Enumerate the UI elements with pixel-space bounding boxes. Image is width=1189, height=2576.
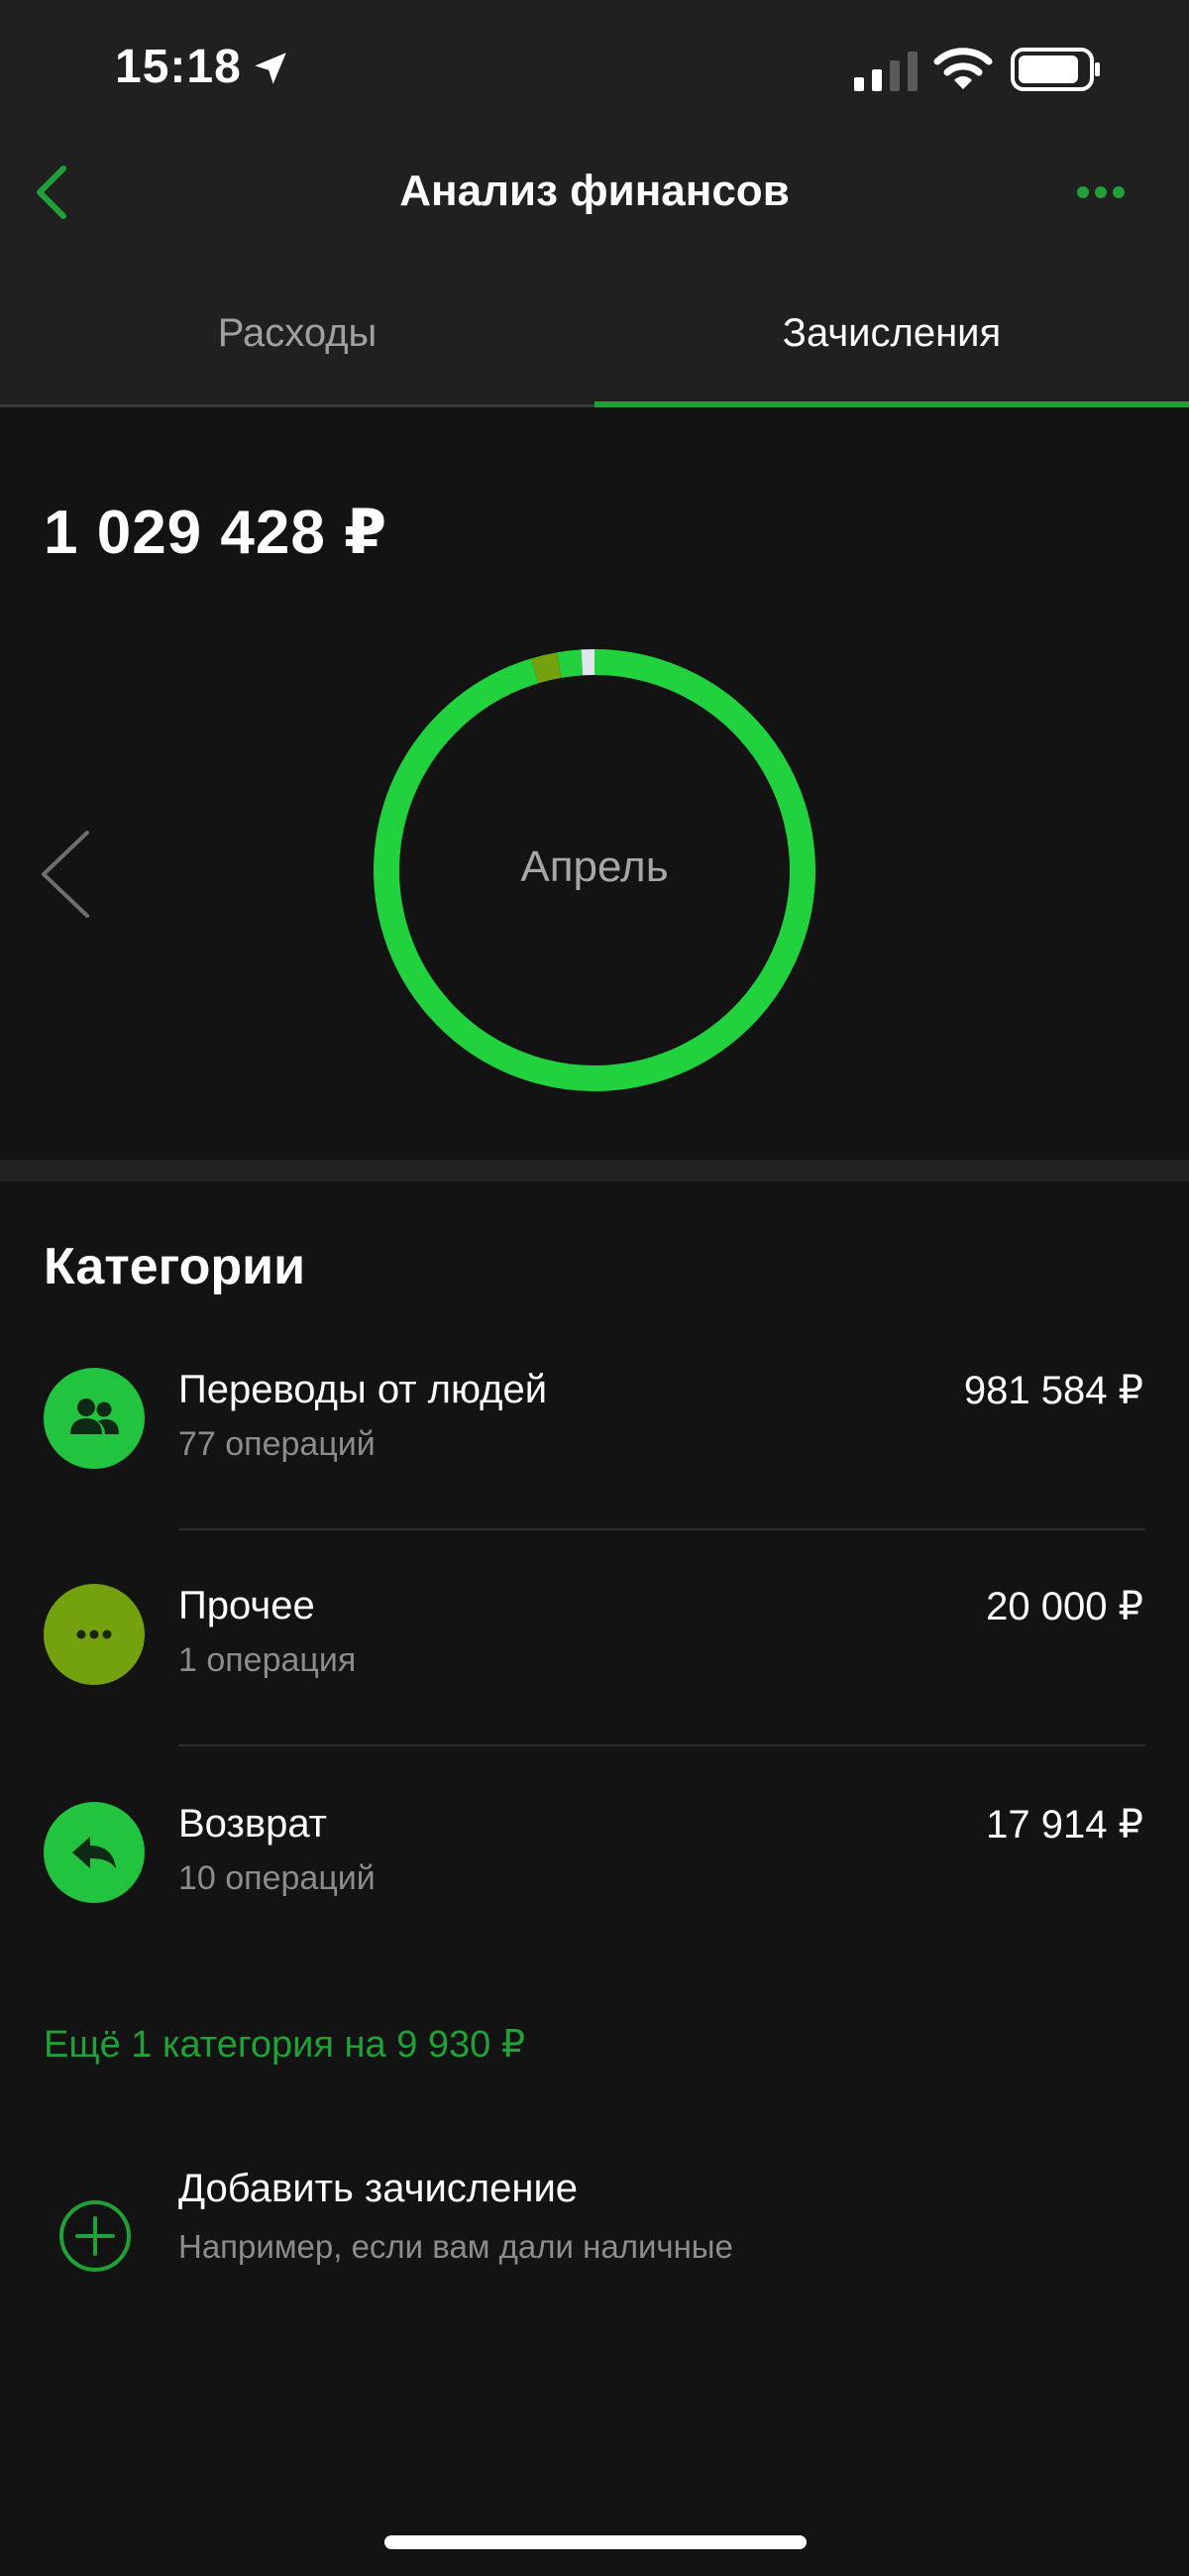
category-amount: 981 584 ₽: [963, 1369, 1143, 1412]
dots-icon: [76, 1629, 112, 1639]
people-icon: [70, 1399, 119, 1434]
row-divider: [178, 1744, 1145, 1746]
donut-segment-other: [530, 652, 562, 684]
home-indicator[interactable]: [384, 2535, 807, 2549]
row-divider: [178, 1528, 1145, 1530]
wifi-icon: [933, 48, 993, 89]
donut-month-label: Апрель: [520, 842, 669, 891]
total-amount: 1 029 428 ₽: [44, 499, 388, 567]
add-income-title: Добавить зачисление: [178, 2167, 579, 2210]
status-time: 15:18: [115, 41, 242, 93]
category-operations-count: 10 операций: [178, 1859, 376, 1897]
category-name: Переводы от людей: [178, 1368, 548, 1411]
more-categories-link[interactable]: Ещё 1 категория на 9 930 ₽: [44, 2022, 525, 2067]
tab-income[interactable]: Зачисления: [594, 287, 1189, 407]
location-arrow-icon: [255, 53, 286, 84]
category-amount: 17 914 ₽: [986, 1803, 1143, 1847]
plus-circle-icon: [59, 2200, 131, 2272]
page-title: Анализ финансов: [399, 167, 790, 215]
category-row-refund[interactable]: Возврат 10 операций 17 914 ₽: [0, 1802, 1189, 1951]
section-separator: [0, 1160, 1189, 1181]
cellular-signal-icon: [854, 52, 918, 91]
tab-expenses[interactable]: Расходы: [0, 287, 594, 407]
category-row-other[interactable]: Прочее 1 операция 20 000 ₽: [0, 1584, 1189, 1733]
donut-segment-refund: [557, 649, 584, 678]
category-icon-badge: [44, 1368, 145, 1469]
category-operations-count: 1 операция: [178, 1641, 357, 1679]
battery-icon: [1011, 48, 1100, 91]
return-arrow-icon: [72, 1837, 116, 1868]
add-income-row[interactable]: Добавить зачисление Например, если вам д…: [0, 2159, 1189, 2278]
more-options-icon[interactable]: [1076, 184, 1126, 200]
active-tab-indicator: [594, 401, 1189, 407]
tabs-divider: [0, 404, 594, 407]
tabs: Расходы Зачисления: [0, 287, 1189, 407]
add-income-subtitle: Например, если вам дали наличные: [178, 2228, 733, 2265]
category-name: Возврат: [178, 1802, 327, 1846]
category-amount: 20 000 ₽: [986, 1585, 1143, 1628]
screen: 15:18 Анализ финансов Расходы Зачисления…: [0, 0, 1189, 2576]
category-operations-count: 77 операций: [178, 1425, 376, 1463]
category-row-transfers[interactable]: Переводы от людей 77 операций 981 584 ₽: [0, 1368, 1189, 1516]
category-icon-badge: [44, 1802, 145, 1903]
categories-title: Категории: [44, 1238, 306, 1295]
category-name: Прочее: [178, 1584, 315, 1627]
category-icon-badge: [44, 1584, 145, 1685]
top-bar: 15:18 Анализ финансов Расходы Зачисления: [0, 0, 1189, 407]
previous-month-chevron-icon[interactable]: [38, 829, 93, 920]
